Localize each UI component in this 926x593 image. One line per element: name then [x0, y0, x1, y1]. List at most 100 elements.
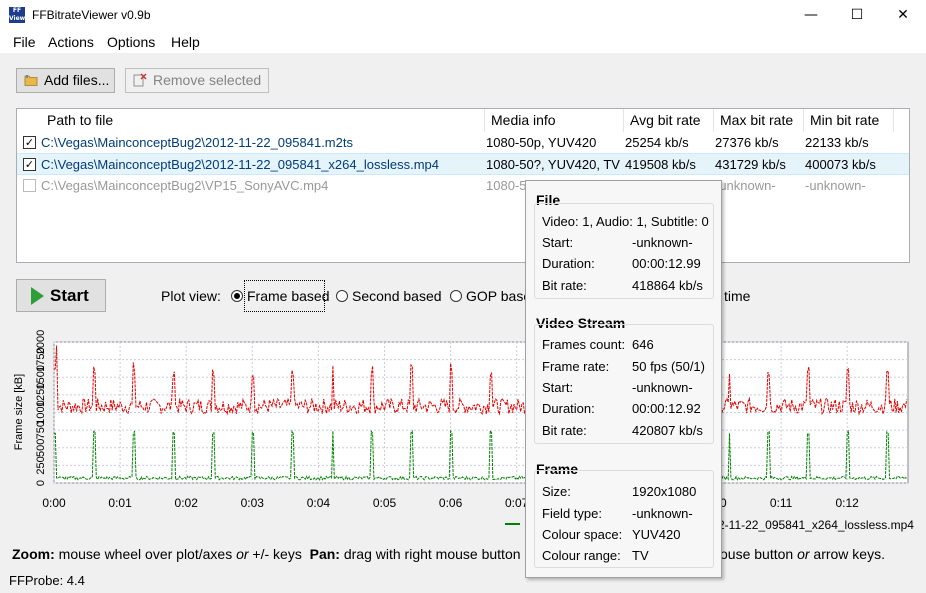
radio-dot: [336, 290, 348, 302]
file-row[interactable]: ✓ C:\Vegas\MainconceptBug2\2012-11-22_09…: [17, 153, 909, 175]
x-tick-label: 0:01: [108, 496, 132, 510]
start-label: Start: [50, 286, 89, 305]
kv-value: 418864 kb/s: [632, 278, 703, 293]
kv-value: 1920x1080: [632, 484, 697, 499]
app-icon: FF View: [9, 7, 26, 23]
pan-text: drag with right mouse button: [339, 546, 521, 562]
kv-key: Start:: [542, 235, 574, 250]
kv-key: Colour space:: [542, 527, 623, 542]
radio-label: GOP base: [466, 288, 532, 304]
pan-label: Pan:: [309, 546, 340, 562]
help-tail: ouse button: [720, 546, 798, 562]
help-text: Zoom: mouse wheel over plot/axes or +/- …: [12, 546, 521, 562]
file-checkbox[interactable]: ✓: [23, 158, 36, 171]
status-text: FFProbe: 4.4: [9, 573, 85, 588]
plot-view-label: Plot view:: [161, 288, 221, 304]
folder-icon: [24, 75, 38, 86]
kv-key: Duration:: [542, 256, 595, 271]
x-tick-label: 0:11: [770, 496, 793, 510]
radio-dot: [231, 290, 243, 302]
file-path: C:\Vegas\MainconceptBug2\2012-11-22_0958…: [41, 135, 353, 150]
file-row[interactable]: ✓ C:\Vegas\MainconceptBug2\2012-11-22_09…: [17, 132, 909, 154]
file-checkbox[interactable]: [23, 179, 36, 192]
or-text: or: [797, 546, 810, 562]
kv-key: Start:: [542, 380, 574, 395]
file-media-info: 1080-50p, YUV420: [486, 135, 597, 150]
column-max-bitrate[interactable]: Max bit rate: [714, 109, 804, 132]
play-icon: [31, 287, 44, 305]
kv-value: 00:00:12.99: [632, 256, 701, 271]
file-min-bitrate: -unknown-: [805, 178, 866, 193]
kv-value: -unknown-: [632, 380, 693, 395]
remove-icon: [133, 73, 147, 87]
radio-dot: [450, 290, 462, 302]
file-checkbox[interactable]: ✓: [23, 136, 36, 149]
file-max-bitrate: -unknown-: [715, 178, 776, 193]
kv-key: Bit rate:: [542, 278, 587, 293]
status-bar: FFProbe: 4.4: [0, 568, 926, 593]
x-tick-label: 0:00: [42, 496, 66, 510]
kv-key: Frame rate:: [542, 359, 610, 374]
menu-options[interactable]: Options: [107, 34, 155, 50]
file-row[interactable]: C:\Vegas\MainconceptBug2\VP15_SonyAVC.mp…: [17, 175, 909, 197]
start-button[interactable]: Start: [16, 279, 106, 312]
or-text: or: [236, 546, 249, 562]
y-axis-ticks: 025050075010001250150017502000: [35, 330, 47, 486]
menu-file[interactable]: File: [13, 34, 36, 50]
file-media-info: 1080-50?, YUV420, TV: [486, 157, 620, 172]
radio-gop-based[interactable]: GOP base: [450, 288, 531, 304]
remove-selected-button[interactable]: Remove selected: [125, 68, 269, 93]
tooltip-frame-group: Size: 1920x1080 Field type: -unknown- Co…: [534, 470, 714, 568]
menu-bar: File Actions Options Help: [0, 31, 926, 53]
y-tick-label: 2000: [35, 330, 47, 354]
kv-key: Size:: [542, 484, 571, 499]
focus-indicator: [244, 280, 325, 312]
menu-actions[interactable]: Actions: [48, 34, 94, 50]
x-tick-label: 0:02: [175, 496, 199, 510]
zoom-text: mouse wheel over plot/axes: [54, 546, 237, 562]
kv-key: Duration:: [542, 401, 595, 416]
close-button[interactable]: ✕: [880, 0, 926, 31]
zoom-label: Zoom:: [12, 546, 55, 562]
file-path: C:\Vegas\MainconceptBug2\VP15_SonyAVC.mp…: [41, 178, 329, 193]
kv-key: Frames count:: [542, 337, 626, 352]
kv-value: 50 fps (50/1): [632, 359, 705, 374]
kv-value: YUV420: [632, 527, 681, 542]
column-media-info[interactable]: Media info: [485, 109, 624, 132]
streams-text: Video: 1, Audio: 1, Subtitle: 0: [542, 214, 709, 229]
file-max-bitrate: 431729 kb/s: [715, 157, 786, 172]
minimize-button[interactable]: —: [788, 0, 834, 31]
file-info-tooltip: File Video: 1, Audio: 1, Subtitle: 0 Sta…: [525, 180, 722, 578]
menu-help[interactable]: Help: [171, 34, 200, 50]
add-files-label: Add files...: [44, 72, 110, 88]
file-list[interactable]: Path to file Media info Avg bit rate Max…: [16, 108, 910, 263]
remove-selected-label: Remove selected: [153, 72, 262, 88]
radio-second-based[interactable]: Second based: [336, 288, 442, 304]
file-avg-bitrate: 25254 kb/s: [625, 135, 689, 150]
x-tick-label: 0:05: [373, 496, 397, 510]
file-media-info: 1080-5: [486, 178, 527, 193]
x-axis-ticks: 0:000:010:020:030:040:050:060:070:080:09…: [42, 496, 859, 510]
radio-label: Second based: [352, 288, 442, 304]
column-path[interactable]: Path to file: [41, 109, 485, 132]
zoom-text-2: +/- keys: [248, 546, 302, 562]
help-text-tail: ouse button or arrow keys.: [720, 546, 885, 562]
maximize-button[interactable]: ☐: [834, 0, 880, 31]
file-path: C:\Vegas\MainconceptBug2\2012-11-22_0958…: [41, 157, 439, 172]
kv-value: TV: [632, 548, 649, 563]
frame-size-plot[interactable]: 025050075010001250150017502000 0:00 0:01 0…: [0, 322, 926, 544]
y-tick-label: 0: [35, 480, 47, 486]
x-tick-label: 0:12: [836, 496, 860, 510]
add-files-button[interactable]: Add files...: [16, 68, 115, 93]
kv-key: Field type:: [542, 506, 602, 521]
column-avg-bitrate[interactable]: Avg bit rate: [624, 109, 714, 132]
window-title: FFBitrateViewer v0.9b: [32, 8, 151, 22]
tooltip-file-group: Video: 1, Audio: 1, Subtitle: 0 Start: -…: [534, 203, 714, 299]
column-min-bitrate[interactable]: Min bit rate: [804, 109, 894, 132]
file-max-bitrate: 27376 kb/s: [715, 135, 779, 150]
kv-key: Bit rate:: [542, 423, 587, 438]
kv-value: 420807 kb/s: [632, 423, 703, 438]
kv-value: 646: [632, 337, 654, 352]
kv-value: -unknown-: [632, 506, 693, 521]
help-tail-2: arrow keys.: [809, 546, 885, 562]
